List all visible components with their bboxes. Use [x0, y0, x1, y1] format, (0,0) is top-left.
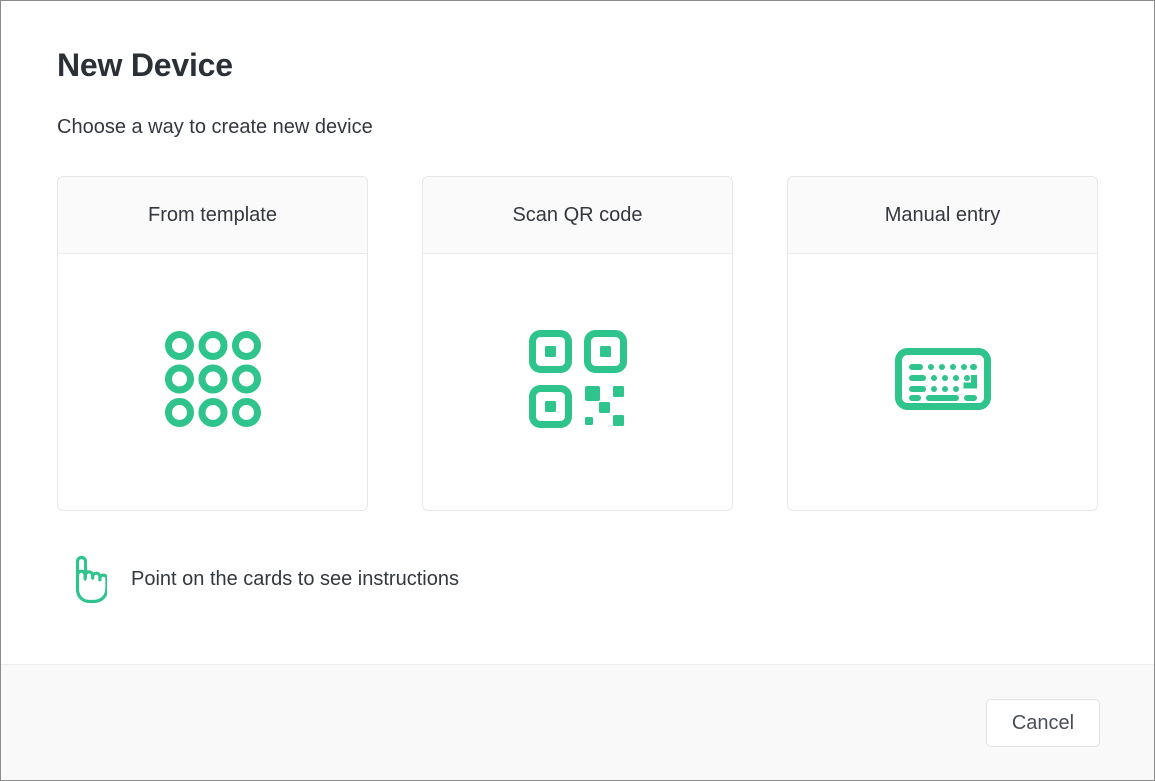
- hint-text: Point on the cards to see instructions: [131, 566, 459, 592]
- card-manual-entry-header: Manual entry: [788, 177, 1097, 254]
- qr-code-icon: [528, 329, 628, 429]
- card-from-template-title: From template: [148, 202, 277, 228]
- hint-row: Point on the cards to see instructions: [57, 553, 1098, 605]
- card-scan-qr-code-icon-area: [423, 254, 732, 510]
- page-title: New Device: [57, 45, 1098, 85]
- template-grid-icon: [165, 331, 261, 427]
- cancel-button[interactable]: Cancel: [986, 699, 1100, 747]
- card-from-template-header: From template: [58, 177, 367, 254]
- card-scan-qr-code-title: Scan QR code: [512, 202, 642, 228]
- pointing-hand-icon: [57, 553, 109, 605]
- card-from-template[interactable]: From template: [57, 176, 368, 511]
- keyboard-icon: [895, 348, 991, 410]
- dialog-body: New Device Choose a way to create new de…: [1, 1, 1154, 664]
- card-manual-entry-icon-area: [788, 254, 1097, 510]
- new-device-dialog: New Device Choose a way to create new de…: [0, 0, 1155, 781]
- card-scan-qr-code-header: Scan QR code: [423, 177, 732, 254]
- dialog-subtitle: Choose a way to create new device: [57, 114, 1098, 140]
- card-manual-entry[interactable]: Manual entry: [787, 176, 1098, 511]
- card-from-template-icon-area: [58, 254, 367, 510]
- card-scan-qr-code[interactable]: Scan QR code: [422, 176, 733, 511]
- card-manual-entry-title: Manual entry: [885, 202, 1001, 228]
- device-creation-options: From template: [57, 176, 1098, 511]
- dialog-footer: Cancel: [1, 664, 1154, 780]
